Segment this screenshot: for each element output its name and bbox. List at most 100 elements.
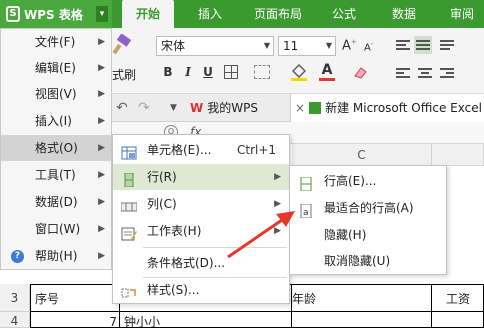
align-left-icon[interactable] [396, 68, 410, 80]
tab-insert[interactable]: 插入 [184, 0, 236, 28]
chevron-right-icon: ▶ [274, 199, 281, 209]
cell-a3[interactable]: 序号 [30, 284, 120, 312]
redo-icon[interactable]: ↷ [138, 100, 150, 116]
menu-item-tools[interactable]: 工具(T) ▶ [1, 162, 111, 188]
title-bar: S WPS 表格 ▾ 开始 插入 页面布局 公式 数据 审阅 [0, 0, 484, 28]
chevron-right-icon: ▶ [98, 251, 105, 261]
submenu-item-conditional-format[interactable]: 条件格式(D)... [113, 250, 289, 276]
tab-excel-label: 新建 Microsoft Office Excel 工 [325, 101, 484, 115]
chevron-right-icon: ▶ [98, 116, 105, 126]
help-icon: ? [11, 250, 24, 263]
menu-item-label: 数据(D) [35, 195, 78, 209]
menu-item-insert[interactable]: 插入(I) ▶ [1, 108, 111, 134]
row-height-icon [298, 174, 314, 192]
menu-item-label: 文件(F) [35, 35, 76, 49]
grow-font-icon[interactable]: A+ [342, 38, 357, 53]
app-title: WPS 表格 [24, 7, 83, 22]
submenu-item-row[interactable]: 行(R) ▶ [113, 164, 289, 190]
menu-item-label: 帮助(H) [35, 249, 78, 263]
submenu-item-style[interactable]: 样式(S)... [113, 277, 289, 303]
font-name-value: 宋体 [161, 39, 186, 53]
row-header-3[interactable]: 3 [0, 284, 30, 312]
cell-c4[interactable] [292, 312, 432, 328]
submenu-item-column[interactable]: 列(C) ▶ [113, 191, 289, 217]
menu-item-window[interactable]: 窗口(W) ▶ [1, 216, 111, 242]
tab-review[interactable]: 审阅 [436, 0, 484, 28]
chevron-right-icon: ▶ [98, 170, 105, 180]
column-header-d[interactable] [432, 144, 484, 166]
shrink-font-icon[interactable]: A- [364, 40, 373, 53]
borders-icon[interactable] [224, 65, 238, 79]
cell-d4[interactable] [432, 312, 484, 328]
font-name-select[interactable]: 宋体 ▼ [156, 36, 274, 56]
submenu-item-worksheet[interactable]: 工作表(H) ▶ [113, 218, 289, 244]
align-bottom-icon[interactable] [440, 40, 454, 52]
style-icon [121, 283, 137, 298]
cell-a4[interactable]: 7 [30, 312, 120, 328]
spreadsheet-icon [309, 102, 322, 114]
clear-format-icon[interactable] [352, 64, 370, 80]
chevron-down-icon[interactable]: ▼ [170, 103, 177, 113]
tab-data[interactable]: 数据 [378, 0, 430, 28]
submenu-item-label: 最适合的行高(A) [324, 201, 414, 215]
chevron-right-icon: ▶ [98, 224, 105, 234]
column-icon [120, 197, 138, 212]
font-color-icon[interactable]: A [318, 62, 336, 82]
submenu-item-label: 单元格(E)... [147, 143, 212, 157]
tab-start[interactable]: 开始 [122, 0, 174, 28]
menu-item-file[interactable]: 文件(F) ▶ [1, 29, 111, 55]
autofit-row-height-icon: a [298, 201, 314, 219]
italic-button[interactable]: I [180, 64, 196, 80]
align-right-icon[interactable] [440, 68, 454, 80]
menu-item-label: 工具(T) [35, 168, 76, 182]
wps-menu-button[interactable]: S WPS 表格 ▾ [0, 0, 112, 28]
align-top-icon[interactable] [396, 40, 410, 52]
close-icon[interactable]: × [295, 101, 305, 115]
submenu-item-cells[interactable]: 单元格(E)... Ctrl+1 [113, 137, 289, 163]
submenu-item-label: 取消隐藏(U) [324, 254, 391, 268]
submenu-item-hide[interactable]: 隐藏(H) [290, 222, 446, 248]
submenu-item-row-height[interactable]: 行高(E)... [290, 168, 446, 194]
chevron-down-icon[interactable]: ▾ [96, 6, 108, 22]
submenu-item-label: 工作表(H) [147, 224, 202, 238]
cell-c3[interactable]: 年龄 [292, 284, 432, 312]
font-size-select[interactable]: 11 ▼ [278, 36, 336, 56]
submenu-item-label: 隐藏(H) [324, 228, 367, 242]
align-center-icon[interactable] [418, 68, 432, 80]
brush-icon[interactable] [112, 33, 134, 56]
menu-item-view[interactable]: 视图(V) ▶ [1, 81, 111, 107]
bold-button[interactable]: B [160, 64, 176, 80]
cell-d3[interactable]: 工资 [432, 284, 484, 312]
menu-item-edit[interactable]: 编辑(E) ▶ [1, 55, 111, 81]
tab-my-wps-label: 我的WPS [207, 101, 258, 115]
tab-page-layout[interactable]: 页面布局 [242, 0, 314, 28]
row-header-4[interactable]: 4 [0, 312, 30, 328]
tab-my-wps[interactable]: W 我的WPS [190, 96, 258, 120]
chevron-right-icon: ▶ [98, 197, 105, 207]
menu-item-label: 格式(O) [35, 141, 78, 155]
cell-b4[interactable]: 钟小小 [120, 312, 292, 328]
menu-item-format[interactable]: 格式(O) ▶ [1, 135, 111, 161]
chevron-down-icon: ▼ [325, 41, 332, 50]
undo-icon[interactable]: ↶ [116, 100, 128, 116]
menu-item-label: 编辑(E) [35, 61, 76, 75]
menu-item-label: 插入(I) [35, 114, 72, 128]
menu-item-label: 视图(V) [35, 87, 77, 101]
format-painter-label[interactable]: 式刷 [112, 66, 136, 83]
tab-excel-workbook[interactable]: × 新建 Microsoft Office Excel 工 [290, 94, 484, 122]
menu-separator [143, 247, 287, 248]
align-middle-icon[interactable] [414, 36, 432, 54]
fill-color-icon[interactable] [290, 62, 308, 82]
submenu-item-unhide[interactable]: 取消隐藏(U) [290, 248, 446, 274]
tab-formula[interactable]: 公式 [318, 0, 370, 28]
submenu-item-label: 行(R) [147, 170, 177, 184]
merge-cells-icon[interactable] [254, 65, 270, 79]
chevron-right-icon: ▶ [274, 172, 281, 182]
underline-button[interactable]: U [200, 64, 216, 80]
worksheet-icon [121, 224, 137, 241]
menu-item-data[interactable]: 数据(D) ▶ [1, 189, 111, 215]
column-header-c[interactable]: C [292, 144, 432, 166]
submenu-item-autofit-row-height[interactable]: a 最适合的行高(A) [290, 195, 446, 221]
chevron-right-icon: ▶ [98, 37, 105, 47]
menu-item-help[interactable]: ? 帮助(H) ▶ [1, 243, 111, 269]
